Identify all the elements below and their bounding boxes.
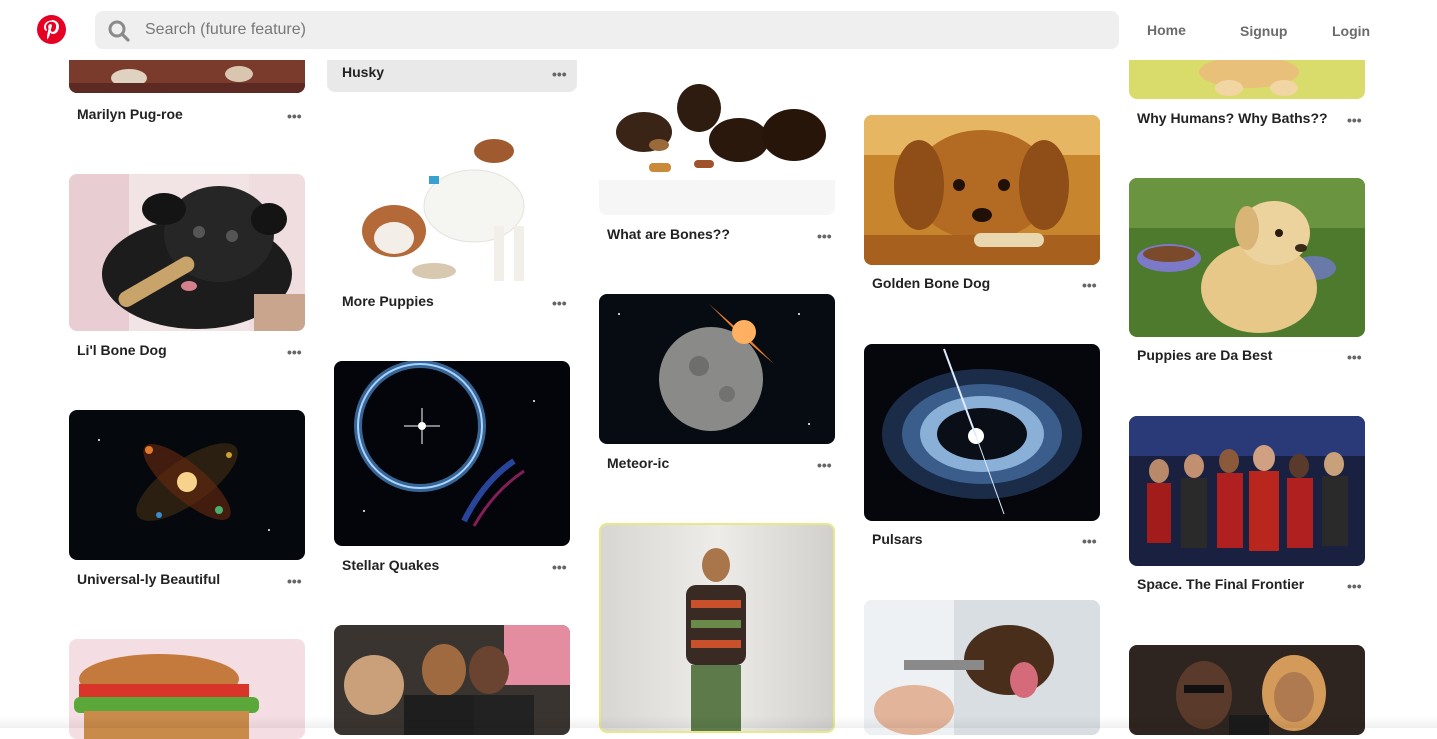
pin-title: Universal-ly Beautiful bbox=[77, 571, 221, 587]
pin-image[interactable] bbox=[864, 115, 1100, 265]
nav-signup-link[interactable]: Signup bbox=[1240, 23, 1287, 39]
pinterest-logo-icon[interactable] bbox=[37, 15, 66, 44]
pin-image[interactable] bbox=[599, 523, 835, 733]
pin-card[interactable] bbox=[69, 639, 305, 739]
pin-title: Stellar Quakes bbox=[342, 557, 440, 573]
pin-title: Golden Bone Dog bbox=[872, 275, 991, 291]
pin-title: Why Humans? Why Baths?? bbox=[1137, 110, 1328, 126]
ellipsis-icon[interactable]: ••• bbox=[1347, 349, 1362, 365]
top-navbar: Home Signup Login bbox=[0, 0, 1437, 60]
bottom-shadow bbox=[0, 716, 1437, 728]
pin-title: What are Bones?? bbox=[607, 226, 730, 242]
ellipsis-icon[interactable]: ••• bbox=[552, 295, 567, 311]
ellipsis-icon[interactable]: ••• bbox=[1347, 578, 1362, 594]
pin-card[interactable]: More Puppies ••• bbox=[334, 126, 570, 326]
pin-card[interactable] bbox=[334, 625, 570, 735]
ellipsis-icon[interactable]: ••• bbox=[817, 457, 832, 473]
pin-title: Pulsars bbox=[872, 531, 923, 547]
ellipsis-icon[interactable]: ••• bbox=[287, 108, 302, 124]
pin-card[interactable]: What are Bones?? ••• bbox=[599, 60, 835, 260]
pin-image[interactable] bbox=[599, 294, 835, 444]
pin-card[interactable]: Meteor-ic ••• bbox=[599, 294, 835, 494]
ellipsis-icon[interactable]: ••• bbox=[1347, 112, 1362, 128]
search-input[interactable] bbox=[145, 11, 1095, 49]
pin-card[interactable]: Li'l Bone Dog ••• bbox=[69, 174, 305, 364]
pin-image[interactable] bbox=[69, 174, 305, 331]
pin-card[interactable]: Marilyn Pug-roe ••• bbox=[69, 50, 305, 135]
pin-image[interactable] bbox=[334, 361, 570, 546]
pin-title: Puppies are Da Best bbox=[1137, 347, 1273, 363]
pin-card[interactable]: Husky ••• bbox=[334, 60, 570, 90]
nav-home-link[interactable]: Home bbox=[1147, 22, 1186, 38]
ellipsis-icon[interactable]: ••• bbox=[552, 66, 567, 82]
pin-card[interactable]: Pulsars ••• bbox=[864, 344, 1100, 554]
search-icon bbox=[108, 20, 130, 42]
pin-title: Marilyn Pug-roe bbox=[77, 106, 183, 122]
pin-card[interactable] bbox=[864, 600, 1100, 735]
pin-image[interactable] bbox=[864, 344, 1100, 521]
pin-card[interactable]: Why Humans? Why Baths?? ••• bbox=[1129, 60, 1365, 140]
ellipsis-icon[interactable]: ••• bbox=[552, 559, 567, 575]
pin-title: More Puppies bbox=[342, 293, 434, 309]
pin-title: Meteor-ic bbox=[607, 455, 670, 471]
pin-card[interactable]: Stellar Quakes ••• bbox=[334, 361, 570, 586]
pin-image[interactable] bbox=[1129, 60, 1365, 99]
pin-title: Space. The Final Frontier bbox=[1137, 576, 1305, 592]
pin-card[interactable]: Puppies are Da Best ••• bbox=[1129, 178, 1365, 388]
pin-card[interactable] bbox=[599, 523, 835, 733]
ellipsis-icon[interactable]: ••• bbox=[1082, 533, 1097, 549]
pin-image[interactable] bbox=[1129, 416, 1365, 566]
pin-title: Li'l Bone Dog bbox=[77, 342, 167, 358]
nav-login-link[interactable]: Login bbox=[1332, 23, 1370, 39]
pin-card[interactable]: Space. The Final Frontier ••• bbox=[1129, 416, 1365, 616]
pin-image[interactable] bbox=[334, 126, 570, 282]
pin-image[interactable] bbox=[1129, 178, 1365, 337]
ellipsis-icon[interactable]: ••• bbox=[817, 228, 832, 244]
search-bar[interactable] bbox=[95, 11, 1119, 49]
pin-image[interactable] bbox=[864, 600, 1100, 735]
ellipsis-icon[interactable]: ••• bbox=[1082, 277, 1097, 293]
ellipsis-icon[interactable]: ••• bbox=[287, 344, 302, 360]
ellipsis-icon[interactable]: ••• bbox=[287, 573, 302, 589]
pin-title: Husky bbox=[342, 64, 385, 80]
pin-card[interactable]: Universal-ly Beautiful ••• bbox=[69, 410, 305, 595]
pin-image[interactable] bbox=[69, 410, 305, 560]
pin-card[interactable]: Golden Bone Dog ••• bbox=[864, 115, 1100, 315]
pin-image[interactable] bbox=[599, 60, 835, 215]
